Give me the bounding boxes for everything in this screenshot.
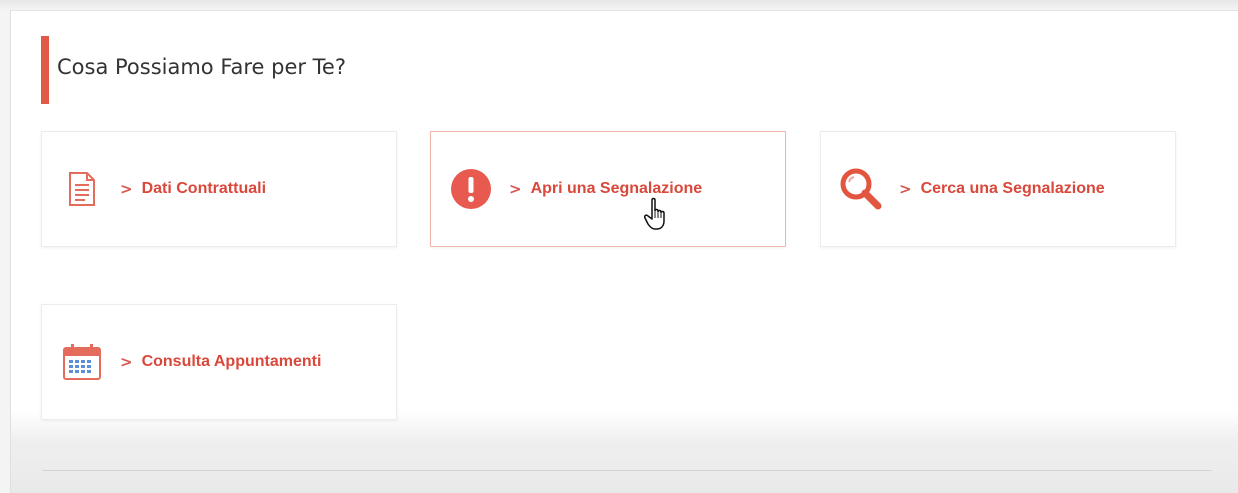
hand-cursor-icon: [644, 197, 665, 230]
section-header: Cosa Possiamo Fare per Te?: [41, 36, 346, 104]
alert-icon: [449, 167, 493, 211]
section-title: Cosa Possiamo Fare per Te?: [57, 55, 346, 79]
card-label: Apri una Segnalazione: [530, 180, 703, 197]
card-dati-contrattuali[interactable]: > Dati Contrattuali: [41, 131, 397, 247]
search-icon: [839, 167, 883, 211]
card-apri-segnalazione[interactable]: > Apri una Segnalazione: [430, 131, 786, 247]
chevron-right-icon: >: [120, 180, 133, 198]
section-divider: [42, 470, 1212, 471]
top-strip: [0, 0, 1238, 10]
card-label: Cerca una Segnalazione: [920, 180, 1105, 197]
chevron-right-icon: >: [120, 353, 133, 371]
card-label: Consulta Appuntamenti: [141, 353, 322, 370]
card-cerca-segnalazione[interactable]: > Cerca una Segnalazione: [820, 131, 1176, 247]
section-accent-bar: [41, 36, 49, 104]
chevron-right-icon: >: [509, 180, 522, 198]
card-label: Dati Contrattuali: [141, 180, 267, 197]
chevron-right-icon: >: [899, 180, 912, 198]
calendar-icon: [60, 340, 104, 384]
document-icon: [60, 167, 104, 211]
card-consulta-appuntamenti[interactable]: > Consulta Appuntamenti: [41, 304, 397, 420]
